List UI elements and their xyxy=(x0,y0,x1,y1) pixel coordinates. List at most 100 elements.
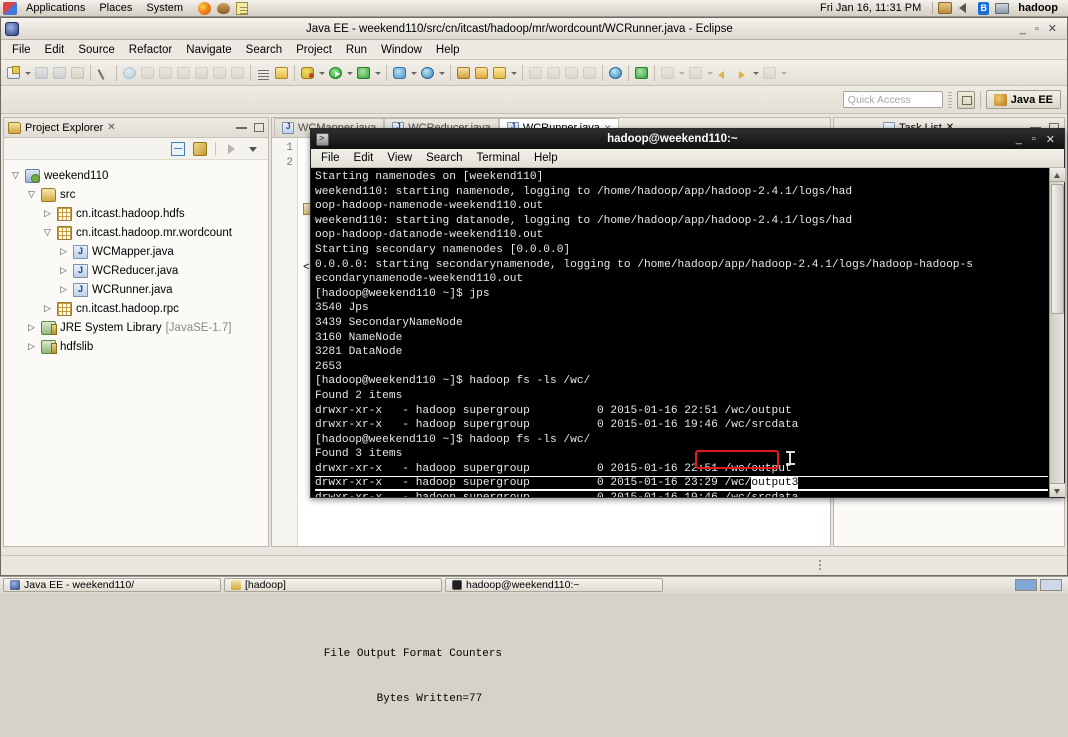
terminal-close-button[interactable]: ✕ xyxy=(1046,133,1055,146)
open-task-dropdown-icon[interactable] xyxy=(705,64,714,82)
menu-search[interactable]: Search xyxy=(239,42,289,58)
mouse-icon[interactable] xyxy=(215,1,232,16)
menu-project[interactable]: Project xyxy=(289,42,339,58)
firefox-icon[interactable] xyxy=(196,1,213,16)
toggle-lines-icon[interactable] xyxy=(255,64,272,82)
twisty-collapsed-icon[interactable]: ▷ xyxy=(44,207,57,220)
twisty-collapsed-icon[interactable]: ▷ xyxy=(60,283,73,296)
pin-editor-button[interactable] xyxy=(659,64,676,82)
applications-icon[interactable] xyxy=(1,1,18,16)
pin-dropdown-icon[interactable] xyxy=(677,64,686,82)
tree-item-cn-itcast-hadoop-mr-wordcount[interactable]: ▽cn.itcast.hadoop.mr.wordcount xyxy=(4,223,268,242)
volume-icon[interactable] xyxy=(956,1,973,16)
terminal-title-bar[interactable]: hadoop@weekend110:~ _ ▫ ✕ xyxy=(311,129,1064,149)
twisty-expanded-icon[interactable]: ▽ xyxy=(28,188,41,201)
workspace-switcher-2[interactable] xyxy=(1040,579,1062,591)
tree-item-wcreducer-java[interactable]: ▷WCReducer.java xyxy=(4,261,268,280)
tree-item-cn-itcast-hadoop-hdfs[interactable]: ▷cn.itcast.hadoop.hdfs xyxy=(4,204,268,223)
taskbar-button-eclipse[interactable]: Java EE - weekend110/ xyxy=(3,578,221,592)
link-with-editor-icon[interactable] xyxy=(193,142,207,156)
menu-window[interactable]: Window xyxy=(374,42,429,58)
eclipse-close-button[interactable]: ✕ xyxy=(1048,22,1057,35)
skip-breakpoints-icon[interactable] xyxy=(273,64,290,82)
forward-icon[interactable] xyxy=(224,142,238,156)
terminate-button[interactable] xyxy=(157,64,174,82)
resume-button[interactable] xyxy=(121,64,138,82)
twisty-expanded-icon[interactable]: ▽ xyxy=(44,226,57,239)
menu-system[interactable]: System xyxy=(139,0,190,16)
terminal-scrollbar[interactable] xyxy=(1049,168,1064,497)
external-tools-dropdown-icon[interactable] xyxy=(373,64,382,82)
terminal-menu-file[interactable]: File xyxy=(314,150,347,166)
print-button[interactable] xyxy=(69,64,86,82)
terminal-menu-search[interactable]: Search xyxy=(419,150,469,166)
view-menu-icon[interactable] xyxy=(246,142,260,156)
eclipse-minimize-button[interactable]: _ xyxy=(1020,23,1026,35)
notes-icon[interactable] xyxy=(234,1,251,16)
clear-marker-icon[interactable] xyxy=(95,64,112,82)
menu-navigate[interactable]: Navigate xyxy=(179,42,238,58)
web-browser-button[interactable] xyxy=(607,64,624,82)
new-folder-button[interactable] xyxy=(473,64,490,82)
terminal-output-area[interactable]: Starting namenodes on [weekend110]weeken… xyxy=(311,168,1064,497)
menu-refactor[interactable]: Refactor xyxy=(122,42,179,58)
twisty-collapsed-icon[interactable]: ▷ xyxy=(28,321,41,334)
tree-item-weekend110[interactable]: ▽weekend110 xyxy=(4,166,268,185)
debug-button[interactable] xyxy=(299,64,316,82)
close-icon[interactable]: ✕ xyxy=(107,122,115,133)
menu-applications[interactable]: Applications xyxy=(19,0,92,16)
annotation-next-button[interactable] xyxy=(545,64,562,82)
step-return-button[interactable] xyxy=(211,64,228,82)
taskbar-button-files[interactable]: [hadoop] xyxy=(224,578,442,592)
minimize-view-button[interactable] xyxy=(236,126,247,129)
forward-button[interactable] xyxy=(733,64,750,82)
tree-item-hdfslib[interactable]: ▷hdfslib xyxy=(4,337,268,356)
bluetooth-icon[interactable]: B xyxy=(975,1,992,16)
search-dropdown-icon[interactable] xyxy=(437,64,446,82)
twisty-collapsed-icon[interactable]: ▷ xyxy=(44,302,57,315)
open-type-dropdown-icon[interactable] xyxy=(409,64,418,82)
terminal-line-selected[interactable]: drwxr-xr-x - hadoop supergroup 0 2015-01… xyxy=(315,476,1048,491)
back-button[interactable] xyxy=(715,64,732,82)
maximize-view-button[interactable] xyxy=(254,123,264,132)
scroll-up-button[interactable] xyxy=(1050,168,1065,182)
perspective-java-ee-button[interactable]: Java EE xyxy=(986,90,1061,109)
menu-places[interactable]: Places xyxy=(92,0,139,16)
new-button[interactable] xyxy=(5,64,22,82)
new-class-button[interactable] xyxy=(491,64,508,82)
user-menu[interactable]: hadoop xyxy=(1012,2,1064,14)
tree-item-wcrunner-java[interactable]: ▷WCRunner.java xyxy=(4,280,268,299)
annotation-prev-button[interactable] xyxy=(527,64,544,82)
external-tools-button[interactable] xyxy=(355,64,372,82)
menu-run[interactable]: Run xyxy=(339,42,374,58)
tree-item-cn-itcast-hadoop-rpc[interactable]: ▷cn.itcast.hadoop.rpc xyxy=(4,299,268,318)
save-all-button[interactable] xyxy=(51,64,68,82)
terminal-menu-edit[interactable]: Edit xyxy=(347,150,381,166)
eclipse-maximize-button[interactable]: ▫ xyxy=(1035,23,1039,35)
open-task-button[interactable] xyxy=(687,64,704,82)
menu-help[interactable]: Help xyxy=(429,42,467,58)
tree-item-jre-system-library[interactable]: ▷JRE System Library[JavaSE-1.7] xyxy=(4,318,268,337)
package-icon[interactable] xyxy=(937,1,954,16)
terminal-selected-text[interactable]: output3 xyxy=(751,477,798,489)
history-button[interactable] xyxy=(761,64,778,82)
debug-dropdown-icon[interactable] xyxy=(317,64,326,82)
twisty-collapsed-icon[interactable]: ▷ xyxy=(60,245,73,258)
taskbar-button-terminal[interactable]: hadoop@weekend110:~ xyxy=(445,578,663,592)
terminal-minimize-button[interactable]: _ xyxy=(1016,133,1022,145)
open-perspective-button[interactable] xyxy=(957,91,975,109)
drop-to-frame-button[interactable] xyxy=(229,64,246,82)
new-package-button[interactable] xyxy=(455,64,472,82)
terminal-menu-help[interactable]: Help xyxy=(527,150,565,166)
tree-item-wcmapper-java[interactable]: ▷WCMapper.java xyxy=(4,242,268,261)
step-over-button[interactable] xyxy=(175,64,192,82)
menu-file[interactable]: File xyxy=(5,42,38,58)
suspend-button[interactable] xyxy=(139,64,156,82)
bookmark-button[interactable] xyxy=(581,64,598,82)
workspace-switcher-1[interactable] xyxy=(1015,579,1037,591)
terminal-menu-terminal[interactable]: Terminal xyxy=(470,150,527,166)
collapse-all-icon[interactable] xyxy=(171,142,185,156)
twisty-collapsed-icon[interactable]: ▷ xyxy=(28,340,41,353)
search-button[interactable] xyxy=(419,64,436,82)
run-button[interactable] xyxy=(327,64,344,82)
